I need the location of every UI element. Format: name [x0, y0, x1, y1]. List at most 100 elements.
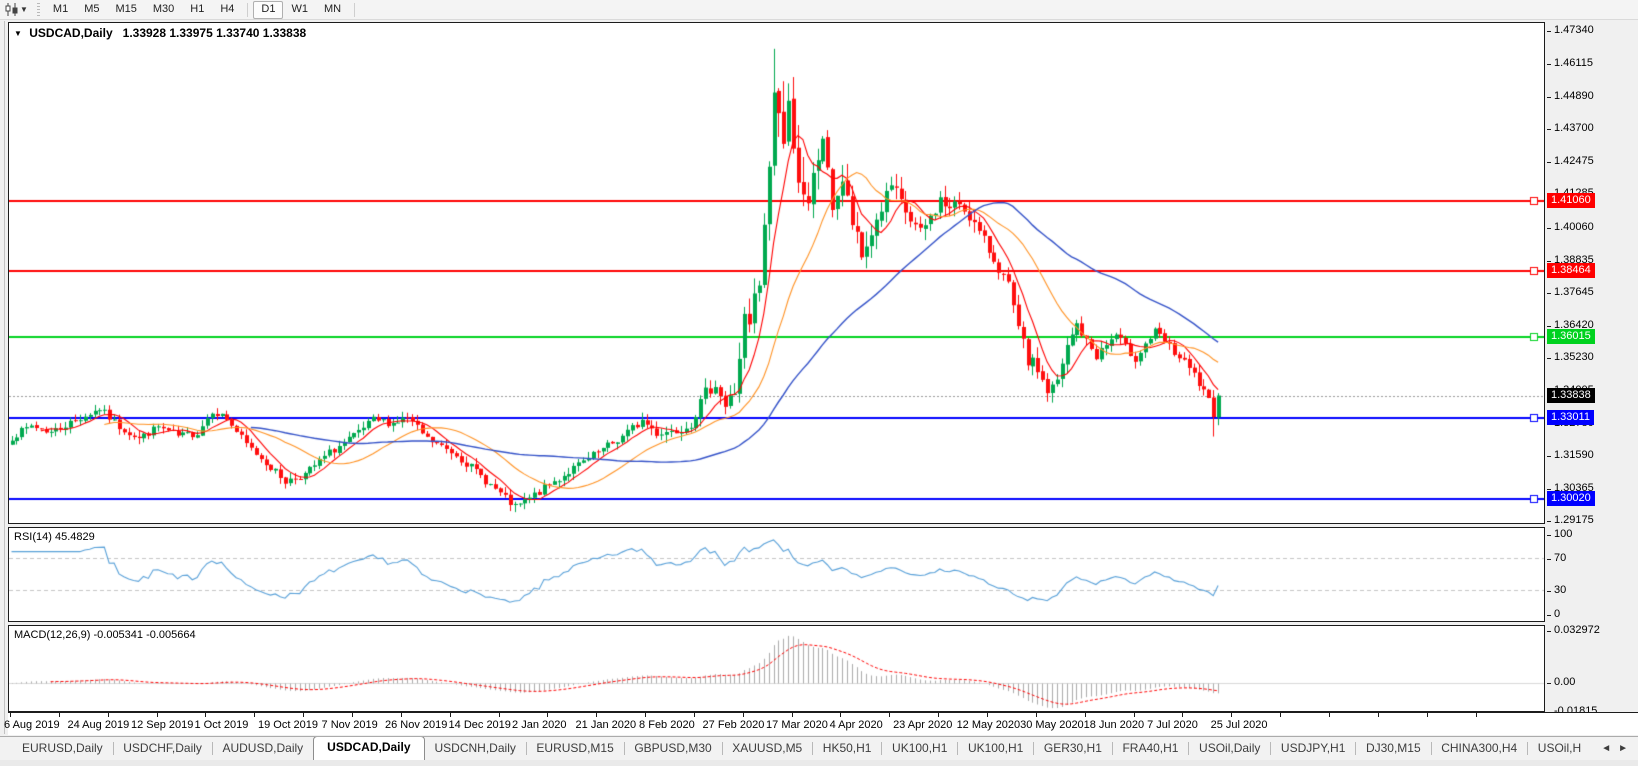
macd-tick: 0.00: [1546, 676, 1575, 688]
rsi-label: RSI(14) 45.4829: [14, 531, 95, 543]
price-chart-canvas[interactable]: [9, 23, 1544, 523]
rsi-tick: 0: [1546, 608, 1560, 620]
time-tick: [743, 713, 744, 717]
tab-HK50-H1[interactable]: HK50,H1: [813, 737, 882, 760]
date-label: 1 Oct 2019: [195, 719, 249, 731]
symbol-expand-icon[interactable]: ▼: [14, 29, 22, 38]
rsi-name: RSI(14): [14, 531, 52, 543]
rsi-value: 45.4829: [55, 531, 95, 543]
time-tick: [10, 713, 11, 717]
tf-button-H4[interactable]: H4: [212, 1, 242, 19]
time-tick: [792, 713, 793, 717]
tab-GBPUSD-M30[interactable]: GBPUSD,M30: [624, 737, 721, 760]
rsi-tick: 30: [1546, 584, 1566, 596]
time-tick: [108, 713, 109, 717]
price-line-flag: 1.38464: [1547, 263, 1595, 278]
tab-scroll-right-icon[interactable]: ►: [1618, 743, 1628, 754]
price-tick: 1.29175: [1546, 514, 1594, 526]
date-label: 7 Jul 2020: [1147, 719, 1198, 731]
date-label: 6 Aug 2019: [4, 719, 60, 731]
tf-button-MN[interactable]: MN: [316, 1, 349, 19]
date-label: 12 May 2020: [957, 719, 1021, 731]
chart-type-button[interactable]: ▼: [3, 2, 32, 18]
date-label: 19 Oct 2019: [258, 719, 318, 731]
toolbar-separator: [247, 3, 248, 17]
date-label: 18 Jun 2020: [1084, 719, 1145, 731]
date-label: 4 Apr 2020: [830, 719, 883, 731]
tab-EURUSD-Daily[interactable]: EURUSD,Daily: [12, 737, 113, 760]
tf-button-M1[interactable]: M1: [45, 1, 76, 19]
chevron-down-icon: ▼: [20, 5, 28, 14]
time-tick: [303, 713, 304, 717]
price-tick: 1.37645: [1546, 286, 1594, 298]
time-axis[interactable]: 6 Aug 201924 Aug 201912 Sep 20191 Oct 20…: [8, 712, 1638, 735]
time-tick: [889, 713, 890, 717]
tab-UK100-H1[interactable]: UK100,H1: [882, 737, 957, 760]
time-tick: [1231, 713, 1232, 717]
time-tick: [1427, 713, 1428, 717]
price-line-flag: 1.41060: [1547, 193, 1595, 208]
date-label: 27 Feb 2020: [703, 719, 765, 731]
toolbar-grip[interactable]: [37, 3, 40, 16]
macd-canvas[interactable]: [9, 626, 1544, 711]
timeframe-toolbar: ▼ M1M5M15M30H1H4 D1W1MN: [0, 0, 1638, 20]
tab-CHINA300-H4[interactable]: CHINA300,H4: [1431, 737, 1527, 760]
date-label: 21 Jan 2020: [576, 719, 637, 731]
candlestick-chart-icon: [5, 3, 19, 16]
tab-DJ30-M15[interactable]: DJ30,M15: [1356, 737, 1431, 760]
toolbar-separator: [354, 3, 355, 17]
current-price-flag: 1.33838: [1547, 388, 1595, 403]
time-tick: [1280, 713, 1281, 717]
chart-ohlc-values: 1.33928 1.33975 1.33740 1.33838: [123, 26, 307, 40]
time-tick: [254, 713, 255, 717]
rsi-tick: 100: [1546, 528, 1572, 540]
price-axis[interactable]: 1.473401.461151.448901.437001.424751.412…: [1546, 0, 1638, 734]
time-tick: [205, 713, 206, 717]
time-tick: [987, 713, 988, 717]
price-tick: 1.47340: [1546, 24, 1594, 36]
date-label: 17 Mar 2020: [766, 719, 828, 731]
date-label: 26 Nov 2019: [385, 719, 447, 731]
tf-button-M5[interactable]: M5: [76, 1, 107, 19]
tab-XAUUSD-M5[interactable]: XAUUSD,M5: [722, 737, 812, 760]
price-tick: 1.44890: [1546, 90, 1594, 102]
price-line-flag: 1.30020: [1547, 491, 1595, 506]
chart-tab-bar: EURUSD,DailyUSDCHF,DailyAUDUSD,DailyUSDC…: [0, 736, 1638, 760]
tf-button-H1[interactable]: H1: [182, 1, 212, 19]
rsi-canvas[interactable]: [9, 528, 1544, 621]
tab-USDJPY-H1[interactable]: USDJPY,H1: [1271, 737, 1355, 760]
macd-panel: MACD(12,26,9) -0.005341 -0.005664: [8, 625, 1545, 712]
date-label: 24 Aug 2019: [68, 719, 130, 731]
tab-FRA40-H1[interactable]: FRA40,H1: [1112, 737, 1188, 760]
price-tick: 1.42475: [1546, 155, 1594, 167]
tab-USOil-Daily[interactable]: USOil,Daily: [1189, 737, 1270, 760]
tab-USDCAD-Daily[interactable]: USDCAD,Daily: [313, 737, 424, 760]
tf-button-W1[interactable]: W1: [283, 1, 316, 19]
tab-USDCHF-Daily[interactable]: USDCHF,Daily: [113, 737, 212, 760]
status-strip: [0, 760, 1638, 766]
macd-tick: 0.032972: [1546, 624, 1600, 636]
macd-name: MACD(12,26,9): [14, 629, 90, 641]
tab-USOil-H[interactable]: USOil,H: [1528, 737, 1591, 760]
tf-button-M15[interactable]: M15: [107, 1, 144, 19]
date-label: 12 Sep 2019: [131, 719, 193, 731]
date-label: 2 Jan 2020: [512, 719, 566, 731]
tab-scroll-left-icon[interactable]: ◄: [1601, 743, 1611, 754]
date-label: 8 Feb 2020: [639, 719, 695, 731]
tab-AUDUSD-Daily[interactable]: AUDUSD,Daily: [212, 737, 313, 760]
time-tick: [596, 713, 597, 717]
date-label: 23 Apr 2020: [893, 719, 952, 731]
time-tick: [1134, 713, 1135, 717]
date-label: 30 May 2020: [1020, 719, 1084, 731]
date-label: 25 Jul 2020: [1211, 719, 1268, 731]
tab-UK100-H1[interactable]: UK100,H1: [958, 737, 1033, 760]
tab-USDCNH-Daily[interactable]: USDCNH,Daily: [425, 737, 526, 760]
time-tick: [840, 713, 841, 717]
chart-symbol: USDCAD,Daily: [29, 26, 112, 40]
tf-button-D1[interactable]: D1: [253, 1, 283, 19]
tab-EURUSD-M15[interactable]: EURUSD,M15: [526, 737, 623, 760]
macd-values: -0.005341 -0.005664: [93, 629, 195, 641]
tf-button-M30[interactable]: M30: [145, 1, 182, 19]
time-tick: [547, 713, 548, 717]
tab-GER30-H1[interactable]: GER30,H1: [1034, 737, 1112, 760]
